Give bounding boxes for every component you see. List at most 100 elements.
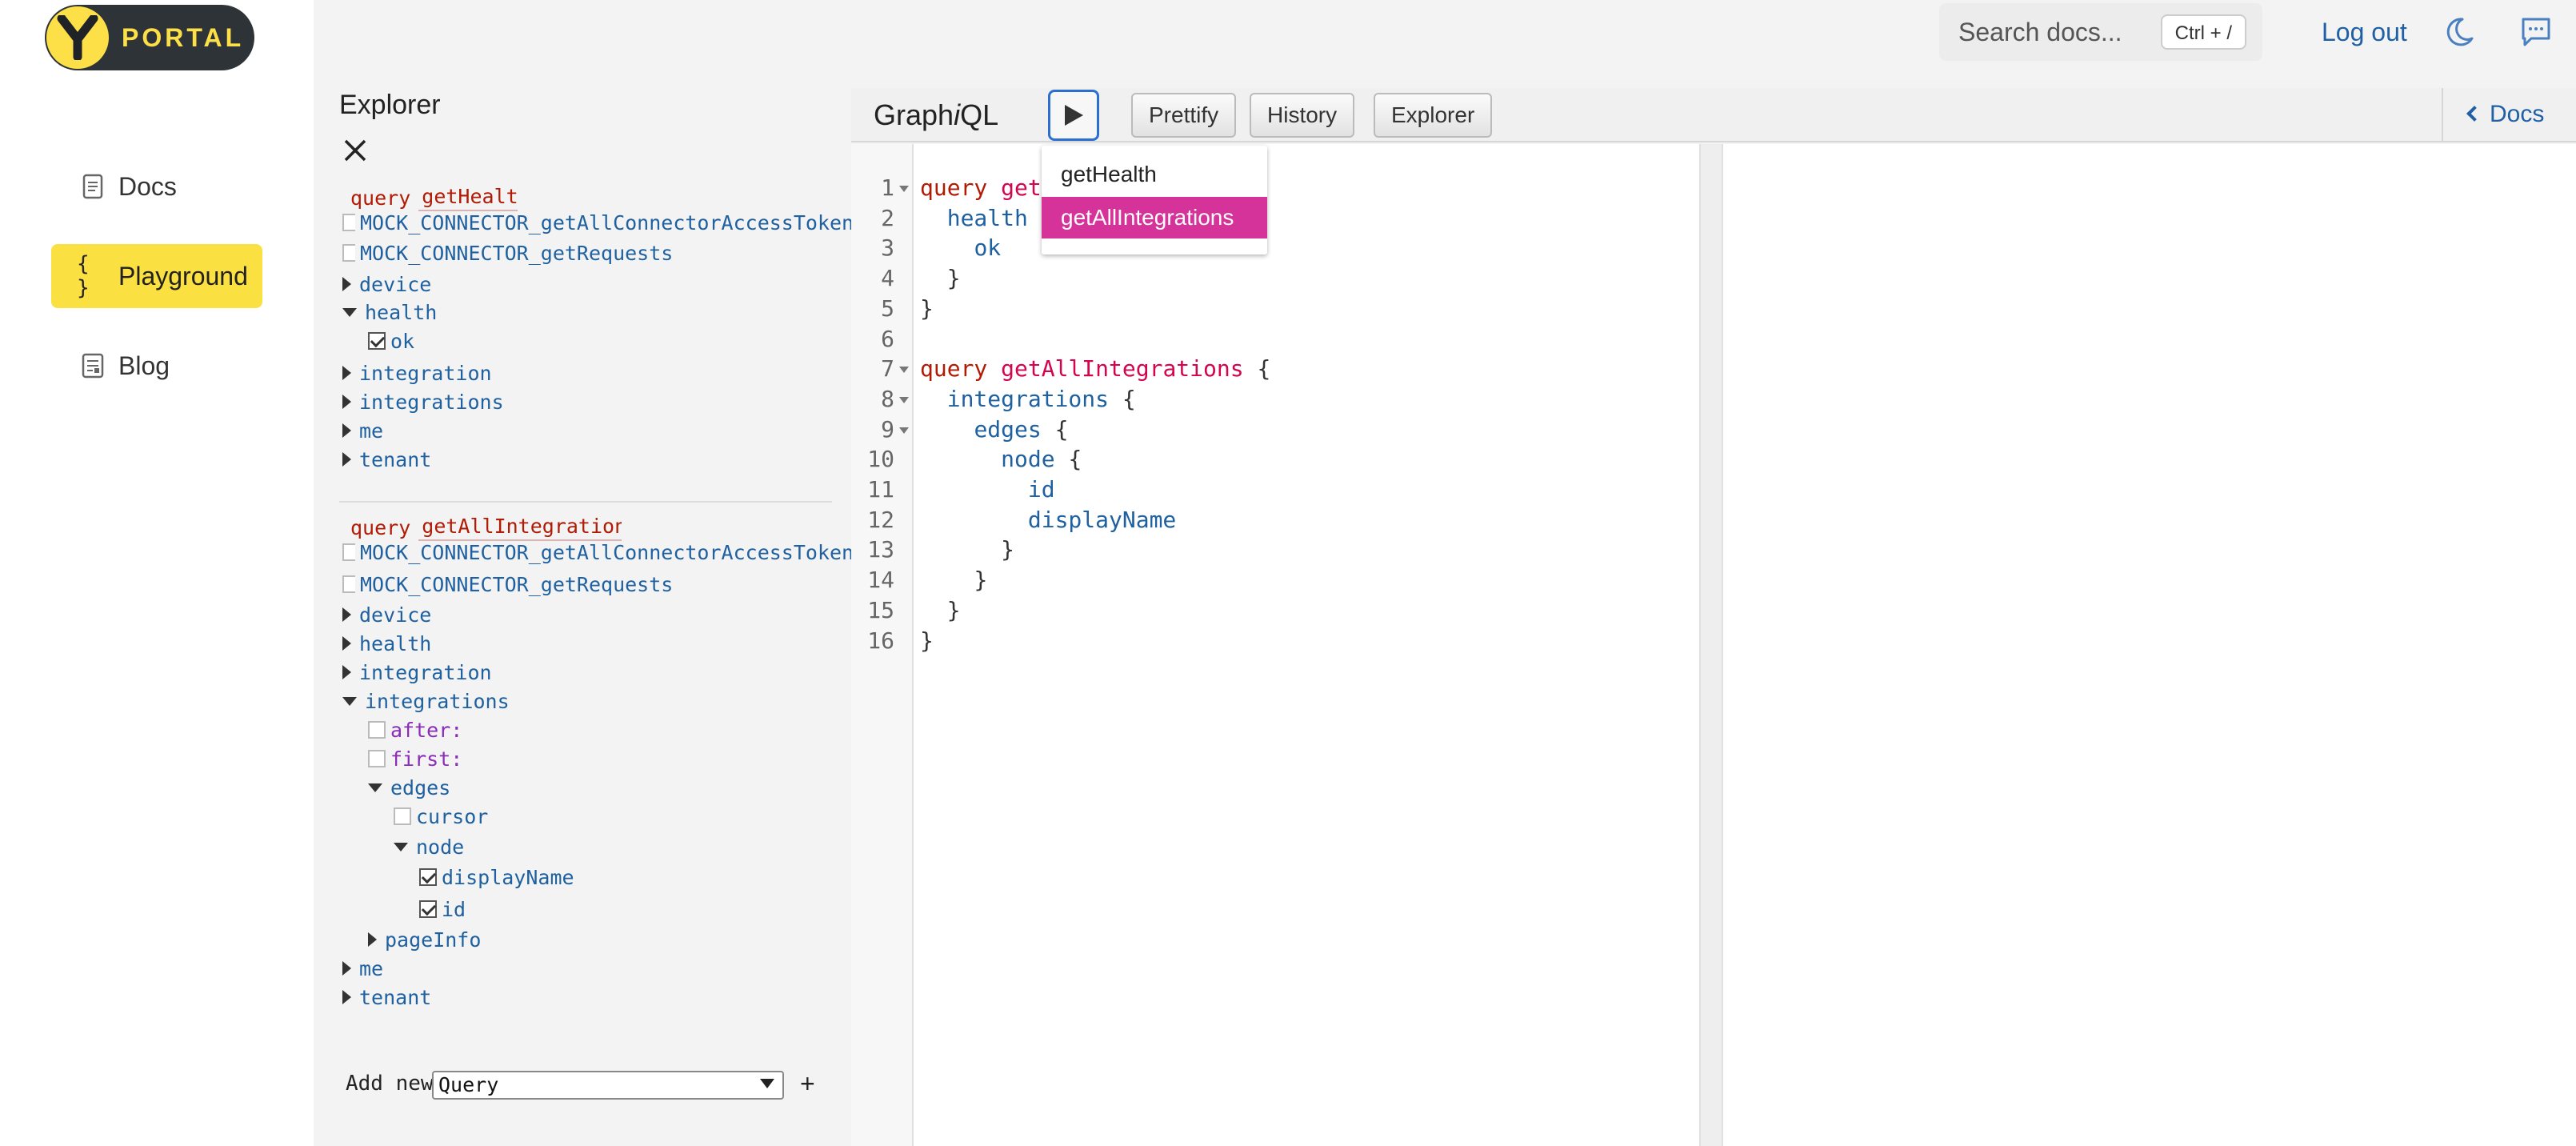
checkbox-icon[interactable] — [368, 721, 386, 739]
operation-name-input[interactable]: getHealth — [418, 184, 518, 211]
caret-right-icon[interactable] — [342, 366, 351, 380]
explorer-field-after[interactable]: after: — [368, 716, 462, 745]
operation-type-select[interactable]: Query — [432, 1071, 784, 1100]
caret-right-icon[interactable] — [368, 932, 377, 947]
explorer-field-tenant[interactable]: tenant — [342, 984, 431, 1012]
checkbox-checked-icon[interactable] — [368, 332, 386, 350]
run-menu-item-gethealth[interactable]: getHealth — [1042, 154, 1267, 195]
explorer-field-me[interactable]: me — [342, 955, 383, 984]
explorer-field-integration[interactable]: integration — [342, 359, 492, 388]
run-menu-item-getallintegrations[interactable]: getAllIntegrations — [1042, 197, 1267, 238]
code-line[interactable]: edges { — [920, 415, 1068, 445]
history-button[interactable]: History — [1250, 93, 1355, 138]
prettify-button[interactable]: Prettify — [1131, 93, 1237, 138]
fold-toggle-icon[interactable] — [899, 427, 909, 434]
explorer-field-id[interactable]: id — [419, 896, 466, 924]
caret-right-icon[interactable] — [342, 395, 351, 409]
checkbox-checked-icon[interactable] — [419, 900, 437, 918]
code-line[interactable]: health { — [920, 203, 1055, 234]
explorer-field-pageinfo[interactable]: pageInfo — [368, 926, 481, 955]
code-line[interactable]: displayName — [920, 505, 1176, 535]
caret-right-icon[interactable] — [342, 423, 351, 438]
line-number: 4 — [881, 265, 894, 292]
explorer-field-health[interactable]: health — [342, 630, 431, 659]
sidebar-item-blog[interactable]: Blog — [51, 334, 262, 398]
explorer-field-node[interactable]: node — [394, 833, 464, 862]
caret-down-icon[interactable] — [342, 696, 357, 706]
explorer-field-integration[interactable]: integration — [342, 659, 492, 687]
checkbox-icon[interactable] — [342, 543, 355, 561]
explorer-field-mock-connector-getallconnectoraccesstoken[interactable]: MOCK_CONNECTOR_getAllConnectorAccessToke… — [342, 539, 854, 567]
code-token: displayName — [1027, 506, 1177, 533]
caret-down-icon[interactable] — [342, 307, 357, 317]
caret-right-icon[interactable] — [342, 452, 351, 467]
explorer-field-me[interactable]: me — [342, 417, 383, 446]
add-operation-button[interactable]: + — [800, 1066, 815, 1101]
fold-toggle-icon[interactable] — [899, 396, 909, 403]
explorer-field-mock-connector-getrequests[interactable]: MOCK_CONNECTOR_getRequests — [342, 239, 673, 268]
explorer-field-first[interactable]: first: — [368, 745, 462, 774]
checkbox-checked-icon[interactable] — [419, 868, 437, 886]
search-docs-input[interactable]: Search docs... Ctrl + / — [1939, 3, 2262, 61]
explorer-button[interactable]: Explorer — [1374, 93, 1493, 138]
caret-right-icon[interactable] — [342, 277, 351, 291]
query-editor[interactable]: 1 2 3 4 5 6 7 8 9 10 11 12 13 14 15 16 query getH healt… — [851, 144, 1699, 1146]
run-operation-menu: getHealth getAllIntegrations — [1042, 146, 1267, 254]
code-line[interactable]: } — [920, 565, 987, 595]
code-line[interactable]: } — [920, 626, 934, 656]
explorer-field-device[interactable]: device — [342, 601, 431, 630]
portal-logo[interactable]: PORTAL — [45, 5, 254, 70]
logout-link[interactable]: Log out — [2322, 14, 2407, 50]
explorer-field-integrations[interactable]: integrations — [342, 687, 510, 716]
caret-right-icon[interactable] — [342, 990, 351, 1004]
caret-right-icon[interactable] — [342, 607, 351, 622]
code-line[interactable]: integrations { — [920, 384, 1136, 415]
checkbox-icon[interactable] — [368, 750, 386, 767]
code-line[interactable]: query getH — [920, 173, 1055, 203]
code-line[interactable]: id — [920, 475, 1055, 505]
moon-icon[interactable] — [2442, 14, 2477, 50]
run-query-button[interactable] — [1048, 90, 1099, 141]
checkbox-icon[interactable] — [342, 244, 355, 262]
fold-toggle-icon[interactable] — [899, 367, 909, 374]
checkbox-icon[interactable] — [342, 575, 355, 593]
explorer-field-edges[interactable]: edges — [368, 774, 450, 803]
caret-down-icon[interactable] — [394, 842, 408, 851]
code-token: node — [1001, 446, 1055, 473]
add-new-label: Add new — [346, 1072, 434, 1096]
sidebar-item-docs[interactable]: Docs — [51, 154, 262, 218]
caret-down-icon[interactable] — [368, 783, 382, 792]
operation-name-input[interactable]: getAllIntegrations — [418, 514, 622, 541]
code-line[interactable]: } — [920, 595, 961, 626]
explorer-field-tenant[interactable]: tenant — [342, 446, 431, 475]
checkbox-icon[interactable] — [342, 214, 355, 231]
checkbox-icon[interactable] — [394, 807, 411, 825]
caret-right-icon[interactable] — [342, 636, 351, 651]
code-line[interactable]: node { — [920, 444, 1082, 475]
explorer-field-mock-connector-getrequests[interactable]: MOCK_CONNECTOR_getRequests — [342, 571, 673, 599]
explorer-field-device[interactable]: device — [342, 270, 431, 299]
line-number: 6 — [881, 325, 894, 352]
explorer-field-mock-connector-getallconnectoraccesstoken[interactable]: MOCK_CONNECTOR_getAllConnectorAccessToke… — [342, 209, 854, 238]
explorer-field-label: after: — [390, 719, 463, 742]
operation-keyword: query — [350, 516, 411, 539]
code-line[interactable]: } — [920, 263, 961, 294]
fold-toggle-icon[interactable] — [899, 186, 909, 192]
explorer-field-integrations[interactable]: integrations — [342, 388, 504, 417]
explorer-field-cursor[interactable]: cursor — [394, 803, 488, 831]
code-line[interactable]: } — [920, 294, 934, 324]
caret-right-icon[interactable] — [342, 665, 351, 679]
chat-icon[interactable] — [2518, 14, 2554, 50]
code-line[interactable]: query getAllIntegrations { — [920, 354, 1270, 384]
caret-right-icon[interactable] — [342, 961, 351, 976]
explorer-field-displayname[interactable]: displayName — [419, 864, 574, 892]
editor-drag-bar[interactable] — [1699, 144, 1723, 1146]
explorer-field-health[interactable]: health — [342, 299, 437, 327]
explorer-field-ok[interactable]: ok — [368, 327, 414, 356]
code-line[interactable]: ok — [920, 233, 1001, 263]
docs-button[interactable]: Docs — [2442, 88, 2576, 141]
sidebar-item-playground[interactable]: { } Playground — [51, 244, 262, 308]
close-icon[interactable] — [339, 134, 371, 166]
code-line[interactable]: } — [920, 535, 1014, 565]
play-icon — [1065, 105, 1083, 126]
